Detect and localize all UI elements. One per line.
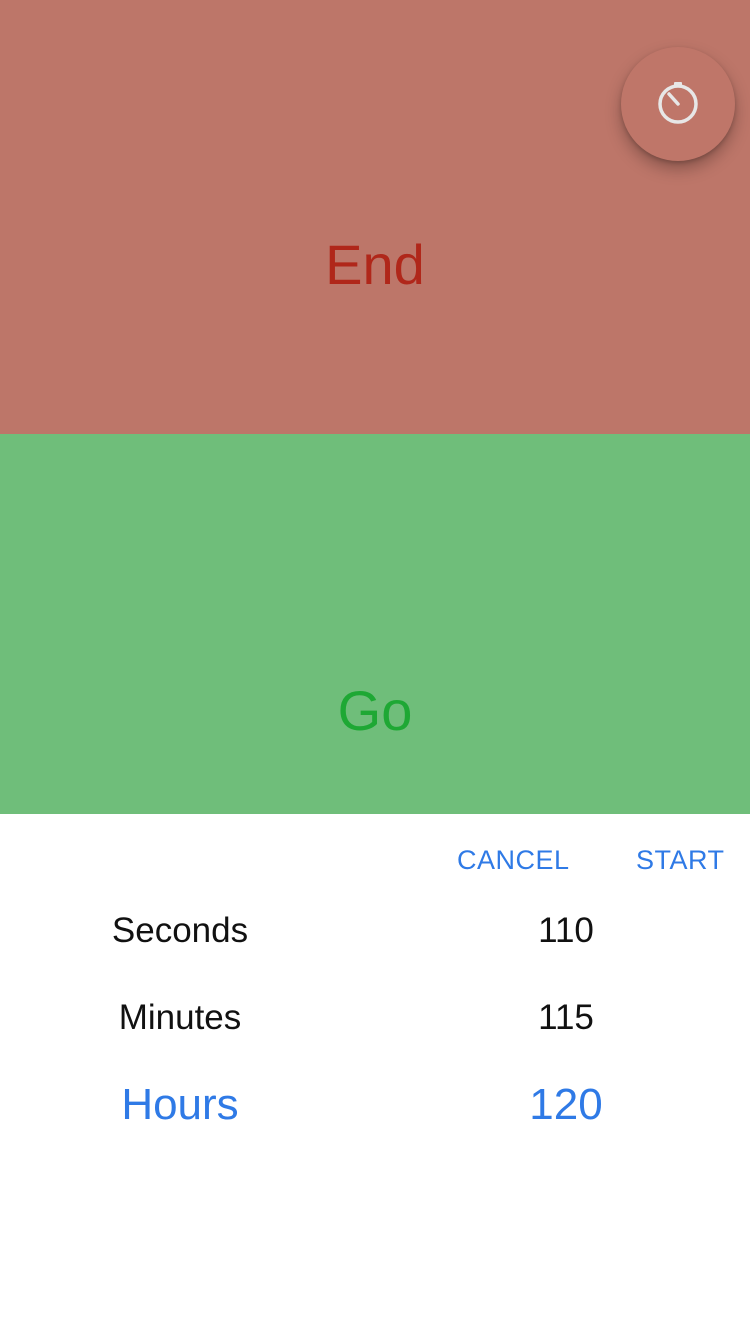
go-label: Go: [337, 679, 413, 742]
app-screen: End Go CANCEL START Seconds 110 Minutes …: [0, 0, 750, 1334]
unit-value: 110: [538, 911, 594, 950]
go-panel[interactable]: Go: [0, 434, 750, 814]
unit-label: Minutes: [118, 998, 242, 1037]
picker-row-seconds[interactable]: Seconds 110: [0, 901, 750, 961]
unit-label: Seconds: [111, 911, 249, 950]
timer-picker-sheet: CANCEL START Seconds 110 Minutes 115 Hou…: [0, 814, 750, 1334]
sheet-actions: CANCEL START: [0, 840, 750, 880]
timer-icon: [655, 81, 701, 127]
unit-value: 115: [538, 998, 594, 1037]
timer-button[interactable]: [621, 47, 735, 161]
unit-value: 120: [529, 1080, 603, 1129]
cancel-button[interactable]: CANCEL: [457, 840, 570, 880]
end-label: End: [325, 233, 425, 296]
start-button[interactable]: START: [636, 840, 725, 880]
unit-label: Hours: [121, 1080, 239, 1129]
picker-row-minutes[interactable]: Minutes 115: [0, 988, 750, 1048]
picker-row-hours[interactable]: Hours 120: [0, 1075, 750, 1135]
